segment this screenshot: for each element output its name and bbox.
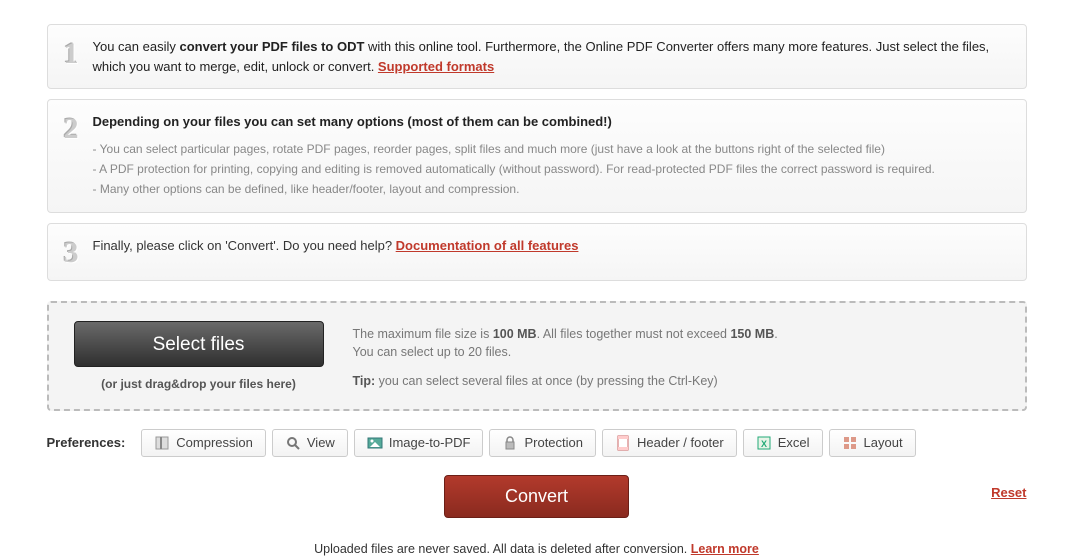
pref-label: Image-to-PDF [389, 435, 471, 450]
svg-text:X: X [761, 439, 767, 449]
tip-text: you can select several files at once (by… [375, 374, 718, 388]
step2-title: Depending on your files you can set many… [93, 114, 612, 129]
upload-info-line2: You can select up to 20 files. [353, 343, 1005, 362]
pref-header-footer-button[interactable]: Header / footer [602, 429, 737, 457]
step2-bullets: - You can select particular pages, rotat… [93, 140, 1010, 198]
pref-label: View [307, 435, 335, 450]
step2-bullet: - You can select particular pages, rotat… [93, 140, 1010, 158]
upload-info-line1-a: The maximum file size is [353, 327, 493, 341]
step-number-3: 3 [64, 238, 79, 268]
documentation-link[interactable]: Documentation of all features [396, 238, 579, 253]
pref-layout-button[interactable]: Layout [829, 429, 916, 457]
step-3-content: Finally, please click on 'Convert'. Do y… [93, 236, 1010, 256]
pref-protection-button[interactable]: Protection [489, 429, 596, 457]
step3-text: Finally, please click on 'Convert'. Do y… [93, 238, 396, 253]
footer-note: Uploaded files are never saved. All data… [47, 542, 1027, 556]
convert-button[interactable]: Convert [444, 475, 629, 518]
step2-bullet: - Many other options can be defined, lik… [93, 180, 1010, 198]
grid-icon [842, 435, 858, 451]
action-row: Convert Reset [47, 475, 1027, 518]
page-icon [615, 435, 631, 451]
pref-excel-button[interactable]: X Excel [743, 429, 823, 457]
reset-link[interactable]: Reset [991, 485, 1026, 500]
pref-view-button[interactable]: View [272, 429, 348, 457]
pref-label: Header / footer [637, 435, 724, 450]
upload-info: The maximum file size is 100 MB. All fil… [353, 321, 1005, 391]
upload-info-line1-c: . [774, 327, 777, 341]
preferences-label: Preferences: [47, 435, 126, 450]
pref-label: Layout [864, 435, 903, 450]
upload-dropzone[interactable]: Select files (or just drag&drop your fil… [47, 301, 1027, 411]
step-number-1: 1 [64, 39, 79, 69]
step-number-2: 2 [64, 114, 79, 144]
step2-bullet: - A PDF protection for printing, copying… [93, 160, 1010, 178]
excel-icon: X [756, 435, 772, 451]
step-1-content: You can easily convert your PDF files to… [93, 37, 1010, 76]
preferences-row: Preferences: Compression View Image-to-P… [47, 429, 1027, 457]
footer-text: Uploaded files are never saved. All data… [314, 542, 691, 556]
compression-icon [154, 435, 170, 451]
step1-text-bold: convert your PDF files to ODT [179, 39, 364, 54]
tip-label: Tip: [353, 374, 376, 388]
step-3-box: 3 Finally, please click on 'Convert'. Do… [47, 223, 1027, 281]
lock-icon [502, 435, 518, 451]
max-total-size: 150 MB [730, 327, 774, 341]
step-2-box: 2 Depending on your files you can set ma… [47, 99, 1027, 213]
step1-text-before: You can easily [93, 39, 180, 54]
max-file-size: 100 MB [493, 327, 537, 341]
pref-label: Excel [778, 435, 810, 450]
pref-label: Protection [524, 435, 583, 450]
learn-more-link[interactable]: Learn more [691, 542, 759, 556]
step-2-content: Depending on your files you can set many… [93, 112, 1010, 200]
pref-label: Compression [176, 435, 253, 450]
step-1-box: 1 You can easily convert your PDF files … [47, 24, 1027, 89]
image-icon [367, 435, 383, 451]
supported-formats-link[interactable]: Supported formats [378, 59, 494, 74]
upload-info-line1-b: . All files together must not exceed [537, 327, 731, 341]
select-files-button[interactable]: Select files [74, 321, 324, 367]
magnifier-icon [285, 435, 301, 451]
drag-drop-hint: (or just drag&drop your files here) [69, 377, 329, 391]
pref-compression-button[interactable]: Compression [141, 429, 266, 457]
pref-image-to-pdf-button[interactable]: Image-to-PDF [354, 429, 484, 457]
